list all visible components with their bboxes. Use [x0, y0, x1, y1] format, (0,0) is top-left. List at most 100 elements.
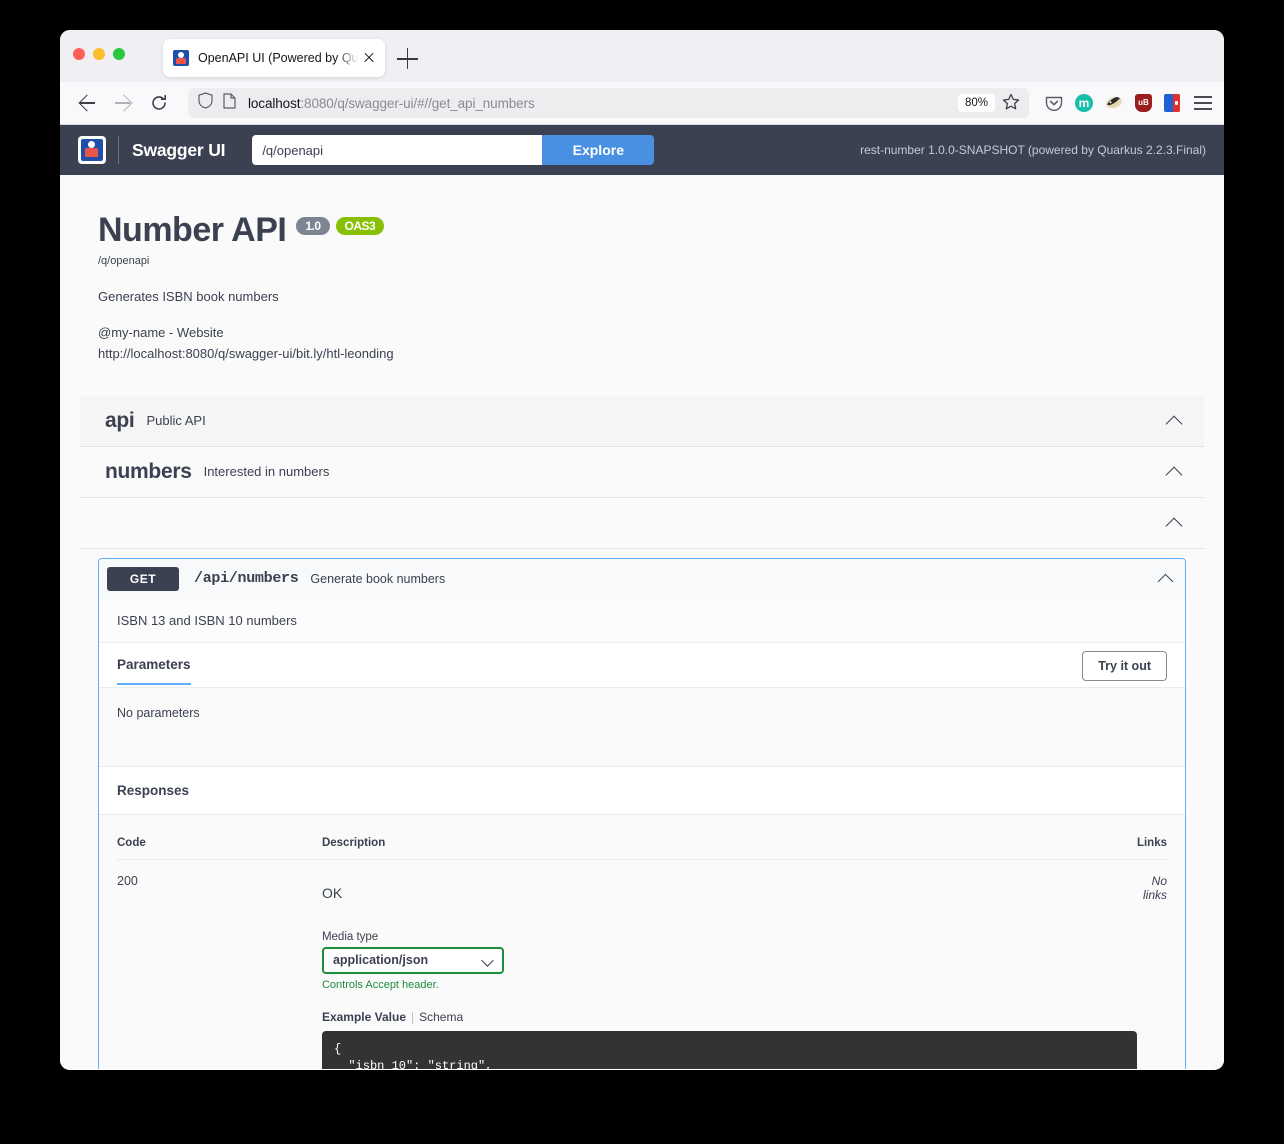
- spec-path-link[interactable]: /q/openapi: [98, 255, 1186, 267]
- response-description-cell: OK Media type application/json Controls …: [321, 859, 1137, 1069]
- tag-header-api[interactable]: api Public API: [80, 395, 1204, 446]
- new-tab-button[interactable]: [397, 48, 419, 70]
- screenshot-root: OpenAPI UI (Powered by Quarkus): [0, 0, 1284, 1144]
- table-row: 200 OK Media type application/json Contr…: [117, 859, 1167, 1069]
- url-rest: :8080/q/swagger-ui/#//get_api_numbers: [300, 95, 535, 111]
- tag-name: api: [105, 408, 135, 432]
- explore-button[interactable]: Explore: [542, 135, 655, 165]
- responses-table: Code Description Links 200 OK Media type…: [117, 814, 1167, 1069]
- extension-icons: m uB: [1045, 94, 1212, 112]
- minimize-window-button[interactable]: [93, 48, 105, 60]
- media-type-label: Media type: [321, 930, 379, 943]
- tag-section-api: api Public API: [80, 395, 1204, 447]
- app-version-info: rest-number 1.0.0-SNAPSHOT (powered by Q…: [860, 143, 1206, 157]
- tab-separator: |: [411, 1009, 415, 1024]
- tab-schema[interactable]: Schema: [419, 1010, 463, 1024]
- bitwarden-icon[interactable]: [1164, 94, 1180, 112]
- swagger-body: Number API 1.0 OAS3 /q/openapi Generates…: [60, 175, 1224, 1069]
- api-contact-block: @my-name - Website http://localhost:8080…: [98, 323, 1186, 365]
- response-description: OK: [321, 884, 343, 901]
- url-text: localhost:8080/q/swagger-ui/#//get_api_n…: [248, 96, 958, 111]
- tag-name: numbers: [105, 459, 192, 483]
- mastodon-icon[interactable]: m: [1075, 94, 1093, 112]
- parameters-body: No parameters: [99, 686, 1185, 766]
- privacy-badger-icon[interactable]: [1105, 94, 1123, 112]
- chevron-up-icon[interactable]: [1157, 570, 1175, 588]
- tab-strip: OpenAPI UI (Powered by Quarkus): [60, 30, 1224, 82]
- media-type-value: application/json: [332, 953, 429, 968]
- window-traffic-lights: [73, 48, 125, 60]
- operation-body: ISBN 13 and ISBN 10 numbers Parameters T…: [99, 598, 1185, 1069]
- http-method-badge: GET: [107, 566, 179, 591]
- address-bar[interactable]: localhost:8080/q/swagger-ui/#//get_api_n…: [188, 88, 1029, 118]
- operation-description: ISBN 13 and ISBN 10 numbers: [99, 598, 1185, 643]
- api-info-block: Number API 1.0 OAS3 /q/openapi Generates…: [80, 175, 1204, 365]
- operation-container: GET /api/numbers Generate book numbers I…: [80, 557, 1204, 1069]
- example-value-code: { "isbn_10": "string", "isbn_13": "strin…: [321, 1030, 1137, 1069]
- pocket-icon[interactable]: [1045, 94, 1063, 112]
- bookmark-star-icon[interactable]: [1001, 92, 1023, 114]
- swagger-ui-title: Swagger UI: [132, 139, 226, 160]
- tag-section-numbers: numbers Interested in numbers: [80, 447, 1204, 498]
- column-header-code: Code: [117, 814, 322, 860]
- api-title-text: Number API: [98, 211, 287, 249]
- contact-url[interactable]: http://localhost:8080/q/swagger-ui/bit.l…: [98, 344, 1186, 365]
- chevron-down-icon: [482, 954, 494, 966]
- swagger-favicon-icon: [173, 50, 189, 66]
- contact-name[interactable]: @my-name - Website: [98, 323, 1186, 344]
- spec-url-form: Explore: [252, 135, 655, 165]
- zoom-level-badge[interactable]: 80%: [957, 94, 995, 112]
- swagger-logo-icon[interactable]: [78, 136, 106, 164]
- response-links: No links: [1142, 873, 1167, 902]
- response-code: 200: [117, 873, 138, 888]
- page-title: Number API 1.0 OAS3: [98, 211, 1186, 250]
- close-icon[interactable]: [361, 50, 377, 66]
- tab-title: OpenAPI UI (Powered by Quarkus): [198, 51, 359, 65]
- operation-header[interactable]: GET /api/numbers Generate book numbers: [99, 558, 1185, 599]
- tab-example-value[interactable]: Example Value: [322, 1010, 406, 1024]
- maximize-window-button[interactable]: [113, 48, 125, 60]
- parameters-header: Parameters Try it out: [99, 642, 1185, 687]
- tag-header-untitled[interactable]: [80, 498, 1204, 548]
- table-header-row: Code Description Links: [117, 814, 1167, 860]
- page-info-icon[interactable]: [223, 92, 239, 114]
- shield-icon: [198, 92, 216, 114]
- ublock-origin-icon[interactable]: uB: [1135, 94, 1152, 112]
- tag-sections: api Public API numbers Interested in num…: [80, 395, 1204, 549]
- responses-title: Responses: [99, 765, 1185, 815]
- menu-icon[interactable]: [1194, 96, 1212, 110]
- operation-path: /api/numbers: [194, 570, 299, 588]
- url-host: localhost: [248, 95, 301, 111]
- responses-table-container: Code Description Links 200 OK Media type…: [99, 814, 1185, 1069]
- browser-toolbar: localhost:8080/q/swagger-ui/#//get_api_n…: [60, 82, 1224, 125]
- content-wrapper: Number API 1.0 OAS3 /q/openapi Generates…: [80, 175, 1204, 1069]
- browser-window: OpenAPI UI (Powered by Quarkus): [60, 30, 1224, 1070]
- tab-parameters[interactable]: Parameters: [117, 657, 191, 686]
- version-badge: 1.0: [296, 216, 330, 235]
- column-header-links: Links: [1136, 814, 1167, 860]
- chevron-up-icon[interactable]: [1164, 462, 1184, 482]
- forward-arrow-icon[interactable]: [108, 88, 138, 118]
- operation-get-api-numbers: GET /api/numbers Generate book numbers I…: [98, 557, 1186, 1069]
- oas-badge: OAS3: [335, 216, 385, 235]
- reload-arrow-icon[interactable]: [144, 88, 174, 118]
- example-tabs: Example Value | Schema: [322, 1010, 1137, 1024]
- operation-summary: Generate book numbers: [310, 571, 446, 586]
- browser-tab[interactable]: OpenAPI UI (Powered by Quarkus): [163, 39, 385, 77]
- spec-url-input[interactable]: [252, 135, 543, 165]
- tag-section-untitled: [80, 498, 1204, 549]
- tag-description: Interested in numbers: [203, 464, 330, 480]
- chevron-up-icon[interactable]: [1164, 411, 1184, 431]
- back-arrow-icon[interactable]: [72, 88, 102, 118]
- topbar-divider: [118, 136, 119, 164]
- tag-description: Public API: [146, 413, 206, 429]
- media-type-note: Controls Accept header.: [321, 978, 439, 991]
- close-window-button[interactable]: [73, 48, 85, 60]
- api-description: Generates ISBN book numbers: [98, 289, 279, 304]
- swagger-topbar: Swagger UI Explore rest-number 1.0.0-SNA…: [60, 125, 1224, 175]
- media-type-select[interactable]: application/json: [321, 946, 504, 974]
- tag-header-numbers[interactable]: numbers Interested in numbers: [80, 447, 1204, 497]
- try-it-out-button[interactable]: Try it out: [1082, 651, 1167, 682]
- column-header-description: Description: [321, 814, 1137, 860]
- chevron-up-icon[interactable]: [1164, 513, 1184, 533]
